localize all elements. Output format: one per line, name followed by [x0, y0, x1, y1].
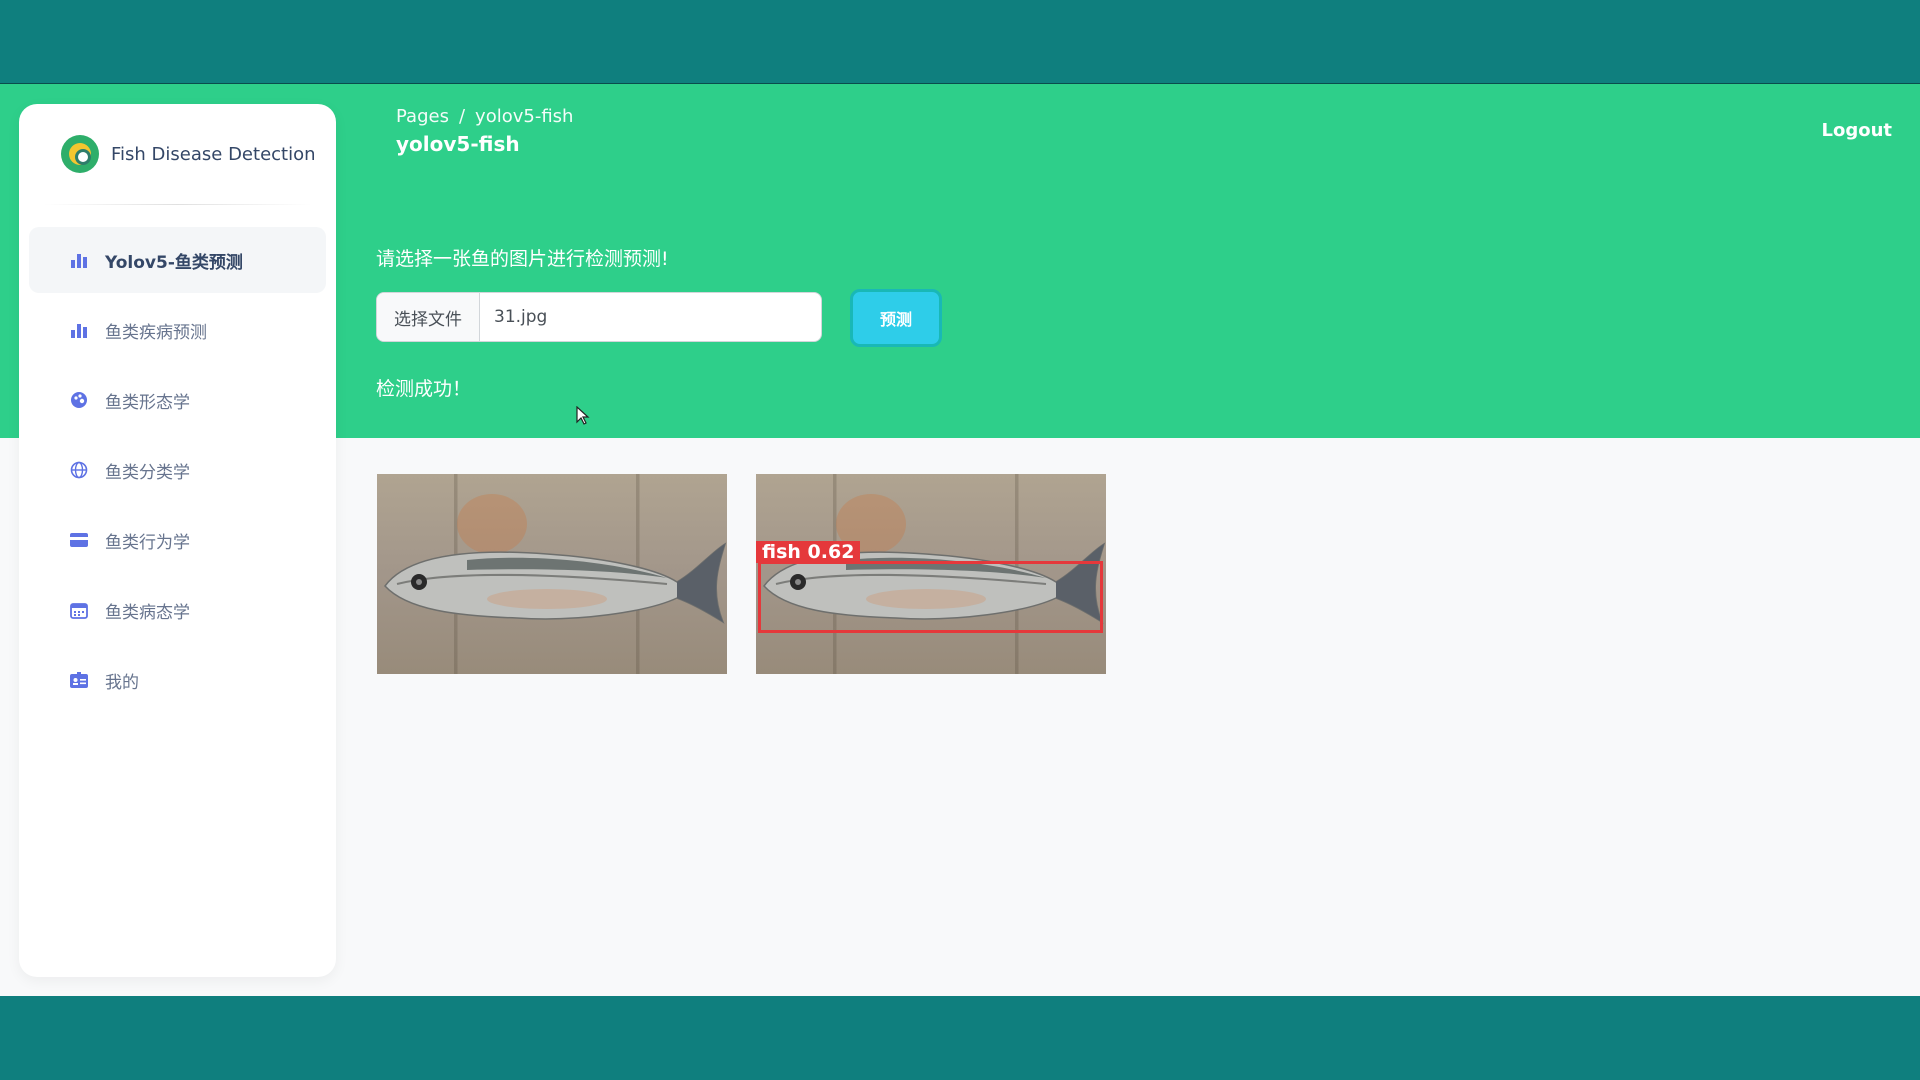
sidebar: Fish Disease Detection Yolov5-鱼类预测 鱼类疾病预…	[19, 104, 336, 977]
sidebar-item-label: 我的	[105, 672, 139, 693]
breadcrumb-current: yolov5-fish	[475, 106, 574, 127]
selected-file-name: 31.jpg	[494, 307, 548, 327]
detection-label: fish 0.62	[756, 541, 861, 563]
detection-status: 检测成功！	[376, 378, 472, 400]
fish-graphic	[384, 542, 727, 624]
breadcrumb: Pages / yolov5-fish	[396, 106, 573, 127]
choose-file-button[interactable]: 选择文件	[377, 293, 480, 341]
sidebar-item-pathology[interactable]: 鱼类病态学	[29, 577, 326, 643]
sidebar-item-label: 鱼类分类学	[105, 462, 190, 483]
sidebar-nav: Yolov5-鱼类预测 鱼类疾病预测 鱼类形态学 鱼类分类学 鱼类行为学 鱼类病…	[19, 227, 336, 713]
fish-logo-icon	[61, 135, 99, 173]
bottom-frame-bar	[0, 996, 1920, 1080]
credit-card-icon	[69, 530, 89, 550]
brand-name: Fish Disease Detection	[111, 143, 316, 165]
bar-chart-icon	[69, 250, 89, 270]
sidebar-item-disease-predict[interactable]: 鱼类疾病预测	[29, 297, 326, 363]
bar-chart-icon	[69, 320, 89, 340]
sidebar-item-taxonomy[interactable]: 鱼类分类学	[29, 437, 326, 503]
predict-button[interactable]: 预测	[850, 289, 942, 347]
breadcrumb-separator: /	[458, 106, 466, 127]
logout-link[interactable]: Logout	[1821, 120, 1892, 141]
sidebar-item-profile[interactable]: 我的	[29, 647, 326, 713]
breadcrumb-root-link[interactable]: Pages	[396, 106, 449, 127]
app-window: Fish Disease Detection Yolov5-鱼类预测 鱼类疾病预…	[0, 84, 1920, 996]
sidebar-divider	[43, 204, 312, 205]
sidebar-item-label: Yolov5-鱼类预测	[105, 252, 243, 273]
input-image	[377, 474, 727, 674]
id-card-icon	[69, 670, 89, 690]
sidebar-item-label: 鱼类病态学	[105, 602, 190, 623]
sidebar-item-yolov5-fish-predict[interactable]: Yolov5-鱼类预测	[29, 227, 326, 293]
sidebar-item-label: 鱼类行为学	[105, 532, 190, 553]
result-image: fish 0.62	[756, 474, 1106, 674]
calendar-icon	[69, 600, 89, 620]
sidebar-item-behavior[interactable]: 鱼类行为学	[29, 507, 326, 573]
mouse-cursor-icon	[576, 406, 590, 425]
sidebar-item-label: 鱼类疾病预测	[105, 322, 207, 343]
top-frame-bar	[0, 0, 1920, 84]
upload-instruction: 请选择一张鱼的图片进行检测预测!	[376, 248, 669, 270]
palette-icon	[69, 390, 89, 410]
sidebar-item-morphology[interactable]: 鱼类形态学	[29, 367, 326, 433]
globe-icon	[69, 460, 89, 480]
file-input[interactable]: 选择文件 31.jpg	[376, 292, 822, 342]
brand[interactable]: Fish Disease Detection	[19, 104, 336, 204]
page-title: yolov5-fish	[396, 132, 520, 156]
detection-bounding-box	[758, 561, 1103, 633]
sidebar-item-label: 鱼类形态学	[105, 392, 190, 413]
